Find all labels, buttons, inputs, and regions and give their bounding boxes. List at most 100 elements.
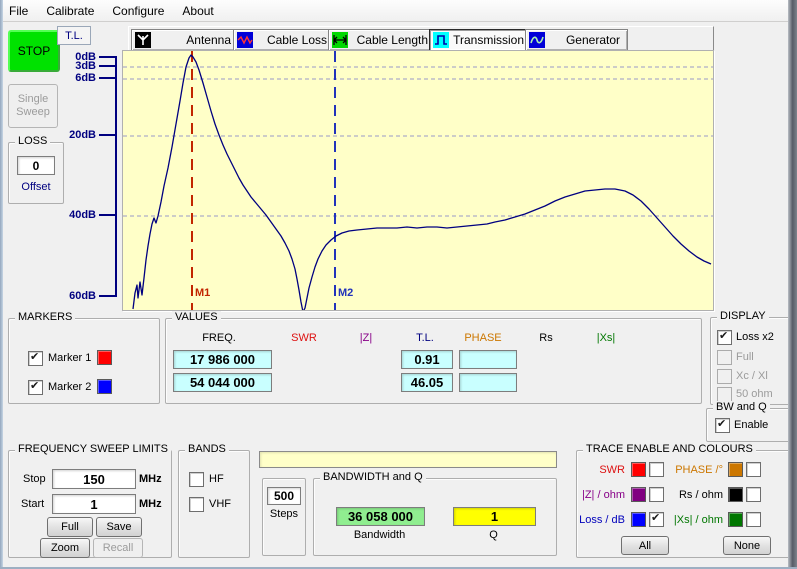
q-label: Q — [453, 529, 534, 541]
save-sweep-button[interactable]: Save — [96, 517, 142, 537]
marker2-colour-swatch[interactable] — [97, 379, 112, 394]
marker1-colour-swatch[interactable] — [97, 350, 112, 365]
marker2-label: M2 — [338, 287, 353, 299]
axis-tick-3db: 3dB — [56, 60, 96, 72]
sweep-chart[interactable]: M1 M2 — [122, 50, 714, 311]
zoom-sweep-button[interactable]: Zoom — [40, 538, 90, 558]
cable-length-button-label: Cable Length — [357, 33, 428, 47]
display-group-title: DISPLAY — [717, 310, 769, 322]
menu-calibrate[interactable]: Calibrate — [37, 1, 103, 21]
menu-about[interactable]: About — [173, 1, 222, 21]
stop-label: Stop — [23, 473, 46, 485]
bwq-enable-label: Enable — [734, 419, 768, 431]
transmission-button[interactable]: Transmission — [429, 29, 532, 51]
marker2-checkbox[interactable] — [28, 380, 43, 395]
generator-button[interactable]: Generator — [525, 29, 628, 51]
marker2-checkbox-label: Marker 2 — [48, 381, 91, 393]
sweep-limits-title: FREQUENCY SWEEP LIMITS — [15, 443, 171, 455]
menu-configure[interactable]: Configure — [103, 1, 173, 21]
marker1-checkbox[interactable] — [28, 351, 43, 366]
antenna-button[interactable]: Antenna — [131, 29, 239, 51]
bwq-group: BW and Q Enable — [706, 408, 792, 442]
display-50ohm-label: 50 ohm — [736, 388, 773, 400]
generator-icon — [529, 32, 545, 48]
trace-rs-checkbox[interactable] — [746, 487, 761, 502]
trace-z-checkbox[interactable] — [649, 487, 664, 502]
loss-offset-input[interactable]: 0 — [17, 156, 55, 175]
trace-swr-label: SWR — [577, 464, 625, 476]
trace-phase-checkbox[interactable] — [746, 462, 761, 477]
trace-phase-swatch[interactable] — [728, 462, 743, 477]
values-group: VALUES FREQ. SWR |Z| T.L. PHASE Rs |Xs| … — [165, 318, 702, 404]
cable-loss-button[interactable]: Cable Loss — [233, 29, 335, 51]
display-50ohm-checkbox — [717, 387, 732, 402]
loss-group: LOSS 0 Offset — [8, 142, 64, 204]
marker1-phase-value — [459, 350, 517, 369]
hf-checkbox[interactable] — [189, 472, 204, 487]
trace-swr-swatch[interactable] — [631, 462, 646, 477]
display-lossx2-checkbox[interactable] — [717, 330, 732, 345]
bands-group-title: BANDS — [185, 443, 229, 455]
vhf-label: VHF — [209, 498, 231, 510]
marker1-freq-value[interactable]: 17 986 000 — [173, 350, 272, 369]
col-xs: |Xs| — [571, 332, 641, 344]
display-full-label: Full — [736, 351, 754, 363]
axis-tick-20db: 20dB — [56, 129, 96, 141]
col-phase: PHASE — [448, 332, 518, 344]
toolbar: Antenna Cable Loss Cable Length Transmis… — [128, 26, 714, 53]
trace-group-title: TRACE ENABLE AND COLOURS — [583, 443, 756, 455]
steps-group: 500 Steps — [262, 478, 306, 556]
trace-z-swatch[interactable] — [631, 487, 646, 502]
start-label: Start — [21, 498, 44, 510]
trace-swr-checkbox[interactable] — [649, 462, 664, 477]
menu-file[interactable]: File — [0, 1, 37, 21]
markers-group: MARKERS Marker 1 Marker 2 — [8, 318, 160, 404]
display-group: DISPLAY Loss x2 Full Xc / Xl 50 ohm — [710, 317, 791, 405]
stop-button[interactable]: STOP — [8, 30, 60, 72]
recall-sweep-button[interactable]: Recall — [93, 538, 143, 558]
trace-z-label: |Z| / ohm — [577, 489, 625, 501]
axis-tick-60db: 60dB — [56, 290, 96, 302]
trace-all-button[interactable]: All — [621, 536, 669, 555]
start-freq-input[interactable]: 1 — [52, 494, 136, 514]
trace-loss-swatch[interactable] — [631, 512, 646, 527]
display-lossx2-label: Loss x2 — [736, 331, 774, 343]
bwq-enable-checkbox[interactable] — [715, 418, 730, 433]
display-xcxl-label: Xc / Xl — [736, 370, 768, 382]
trace-rs-swatch[interactable] — [728, 487, 743, 502]
window-border-right — [788, 0, 797, 569]
app-window: File Calibrate Configure About STOP T.L.… — [0, 0, 797, 569]
col-freq: FREQ. — [184, 332, 254, 344]
trace-xs-checkbox[interactable] — [746, 512, 761, 527]
marker2-freq-value[interactable]: 54 044 000 — [173, 373, 272, 392]
trace-xs-label: |Xs| / ohm — [663, 514, 723, 526]
window-border-left — [0, 0, 3, 569]
marker1-label: M1 — [195, 287, 210, 299]
col-swr: SWR — [269, 332, 339, 344]
marker2-tl-value: 46.05 — [401, 373, 453, 392]
bandwidth-group: BANDWIDTH and Q 36 058 000 Bandwidth 1 Q — [313, 478, 557, 556]
trace-xs-swatch[interactable] — [728, 512, 743, 527]
antenna-button-label: Antenna — [186, 33, 231, 47]
loss-group-title: LOSS — [15, 135, 50, 147]
cable-length-button[interactable]: Cable Length — [328, 29, 436, 51]
stop-unit-label: MHz — [139, 473, 162, 485]
trace-group: TRACE ENABLE AND COLOURS SWR PHASE /° |Z… — [576, 450, 792, 558]
full-sweep-button[interactable]: Full — [47, 517, 93, 537]
marker1-tl-value: 0.91 — [401, 350, 453, 369]
vhf-checkbox[interactable] — [189, 497, 204, 512]
chart-canvas — [123, 51, 713, 310]
single-sweep-button[interactable]: Single Sweep — [8, 84, 58, 128]
trace-none-button[interactable]: None — [723, 536, 771, 555]
trace-loss-checkbox[interactable] — [649, 512, 664, 527]
trace-rs-label: Rs / ohm — [663, 489, 723, 501]
cable-loss-icon — [237, 32, 253, 48]
bandwidth-value: 36 058 000 — [336, 507, 425, 526]
values-group-title: VALUES — [172, 311, 221, 323]
start-unit-label: MHz — [139, 498, 162, 510]
steps-input[interactable]: 500 — [267, 487, 301, 505]
bands-group: BANDS HF VHF — [178, 450, 250, 558]
markers-group-title: MARKERS — [15, 311, 75, 323]
display-xcxl-checkbox — [717, 369, 732, 384]
stop-freq-input[interactable]: 150 — [52, 469, 136, 489]
